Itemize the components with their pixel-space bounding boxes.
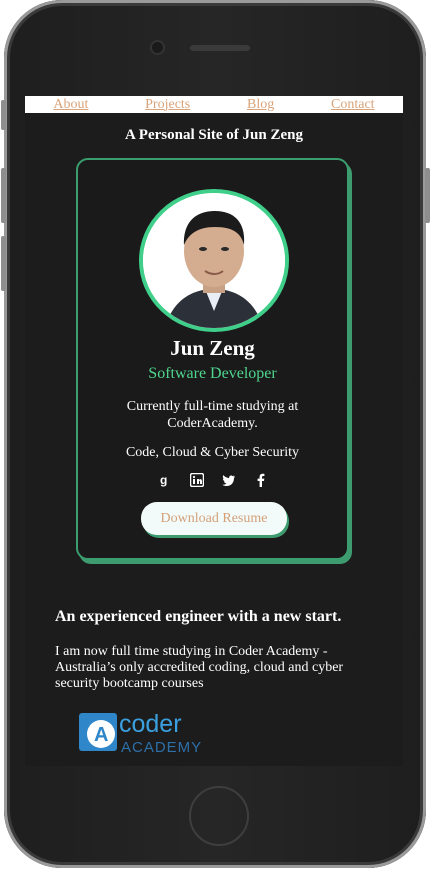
profile-role: Software Developer	[148, 365, 277, 382]
facebook-icon[interactable]	[254, 473, 268, 487]
svg-text:A: A	[94, 724, 108, 746]
nav-contact-link[interactable]: Contact	[331, 97, 375, 113]
download-resume-button[interactable]: Download Resume	[141, 502, 287, 535]
phone-side-button	[1, 168, 6, 223]
svg-text:ACADEMY: ACADEMY	[121, 739, 202, 756]
twitter-icon[interactable]	[221, 473, 236, 487]
nav-about-link[interactable]: About	[53, 97, 88, 113]
profile-card: Jun Zeng Software Developer Currently fu…	[76, 158, 349, 560]
phone-side-button	[1, 100, 6, 130]
top-nav: About Projects Blog Contact	[25, 96, 403, 113]
avatar	[139, 189, 289, 332]
profile-status: Currently full-time studying at CoderAca…	[126, 399, 299, 431]
github-icon[interactable]: g	[158, 473, 172, 487]
phone-side-button	[425, 168, 430, 223]
about-headline: An experienced engineer with a new start…	[55, 608, 342, 625]
phone-side-button	[1, 236, 6, 291]
profile-name: Jun Zeng	[170, 336, 255, 360]
speaker-slot	[190, 45, 250, 51]
about-paragraph: I am now full time studying in Coder Aca…	[55, 644, 344, 691]
screen: About Projects Blog Contact A Personal S…	[25, 96, 403, 766]
phone-frame: About Projects Blog Contact A Personal S…	[4, 0, 426, 868]
camera-dot	[152, 42, 163, 53]
svg-text:coder: coder	[119, 710, 182, 738]
site-title: A Personal Site of Jun Zeng	[125, 127, 303, 143]
coder-academy-logo: A coder ACADEMY	[77, 708, 222, 756]
nav-projects-link[interactable]: Projects	[145, 97, 190, 113]
social-links: g	[78, 473, 347, 487]
avatar-photo	[143, 193, 285, 328]
profile-focus: Code, Cloud & Cyber Security	[125, 445, 300, 460]
nav-blog-link[interactable]: Blog	[247, 97, 274, 113]
home-button[interactable]	[189, 786, 249, 846]
svg-text:g: g	[160, 473, 167, 487]
linkedin-icon[interactable]	[189, 473, 204, 487]
